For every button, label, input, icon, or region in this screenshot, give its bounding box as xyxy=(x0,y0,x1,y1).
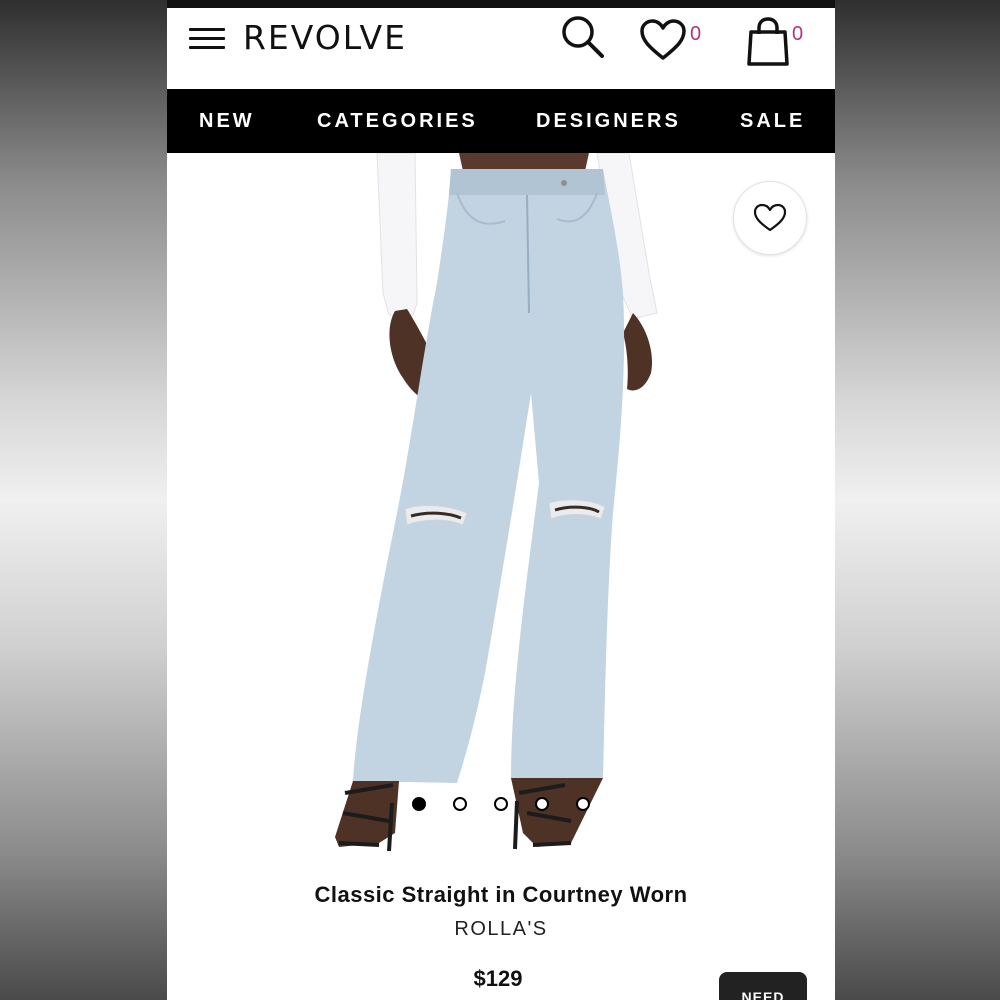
category-nav: NEW CATEGORIES DESIGNERS SALE xyxy=(167,89,835,153)
shopping-bag-icon[interactable] xyxy=(745,16,791,66)
pagination-dot-1[interactable] xyxy=(412,797,426,811)
product-brand[interactable]: ROLLA'S xyxy=(167,918,835,941)
wishlist-heart-icon[interactable] xyxy=(639,18,687,62)
jeans-model-photo xyxy=(335,152,658,852)
pagination-dot-5[interactable] xyxy=(576,797,590,811)
hamburger-menu-icon[interactable] xyxy=(189,28,225,54)
site-logo[interactable]: REVOLVE xyxy=(243,18,407,57)
nav-designers[interactable]: DESIGNERS xyxy=(536,89,681,153)
image-pagination xyxy=(412,797,592,813)
pagination-dot-4[interactable] xyxy=(535,797,549,811)
need-button[interactable]: NEED xyxy=(719,972,807,1000)
product-image[interactable] xyxy=(167,152,835,868)
favorite-button[interactable] xyxy=(733,181,807,255)
wishlist-count: 0 xyxy=(690,23,702,45)
pagination-dot-2[interactable] xyxy=(453,797,467,811)
pagination-dot-3[interactable] xyxy=(494,797,508,811)
search-icon[interactable] xyxy=(560,14,606,60)
status-bar xyxy=(167,0,835,8)
nav-categories[interactable]: CATEGORIES xyxy=(317,89,478,153)
heart-icon xyxy=(753,203,787,232)
nav-new[interactable]: NEW xyxy=(199,89,255,153)
phone-screen: REVOLVE 0 0 NEW CATEGORIES DESIGNERS SAL… xyxy=(167,0,835,1000)
bag-count: 0 xyxy=(792,23,804,45)
nav-sale[interactable]: SALE xyxy=(740,89,805,153)
product-title: Classic Straight in Courtney Worn xyxy=(314,882,688,907)
site-header: REVOLVE 0 0 xyxy=(167,8,835,89)
